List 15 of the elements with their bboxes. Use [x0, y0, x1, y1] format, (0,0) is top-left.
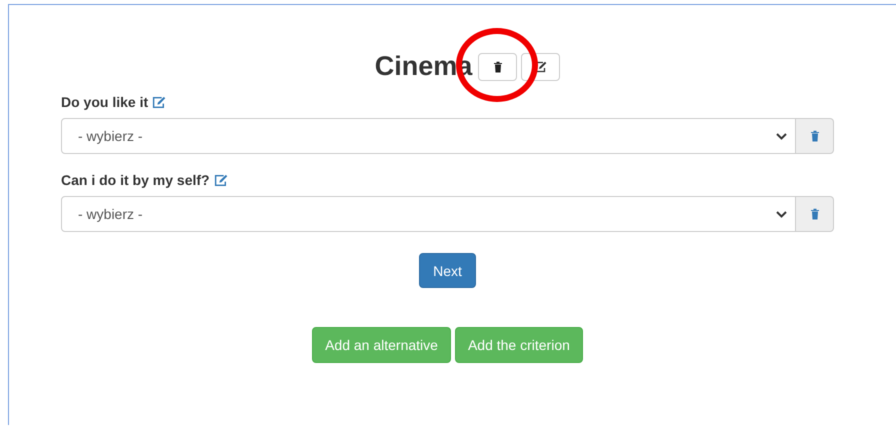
answer-select[interactable]: - wybierz - — [61, 196, 796, 232]
trash-icon — [492, 60, 503, 72]
chevron-down-icon — [776, 132, 787, 140]
answer-select[interactable]: - wybierz - — [61, 118, 796, 154]
delete-button[interactable] — [478, 52, 518, 80]
action-button[interactable]: Add an alternative — [312, 327, 451, 363]
edit-icon[interactable] — [214, 174, 228, 186]
trash-icon — [810, 130, 820, 142]
edit-icon[interactable] — [152, 96, 166, 108]
next-button[interactable]: Next — [419, 253, 476, 288]
action-button[interactable]: Add the criterion — [454, 327, 583, 363]
chevron-down-icon — [776, 210, 787, 218]
question-label: Can i do it by my self? — [61, 172, 210, 188]
trash-icon — [810, 208, 820, 220]
question-label: Do you like it — [61, 94, 148, 110]
